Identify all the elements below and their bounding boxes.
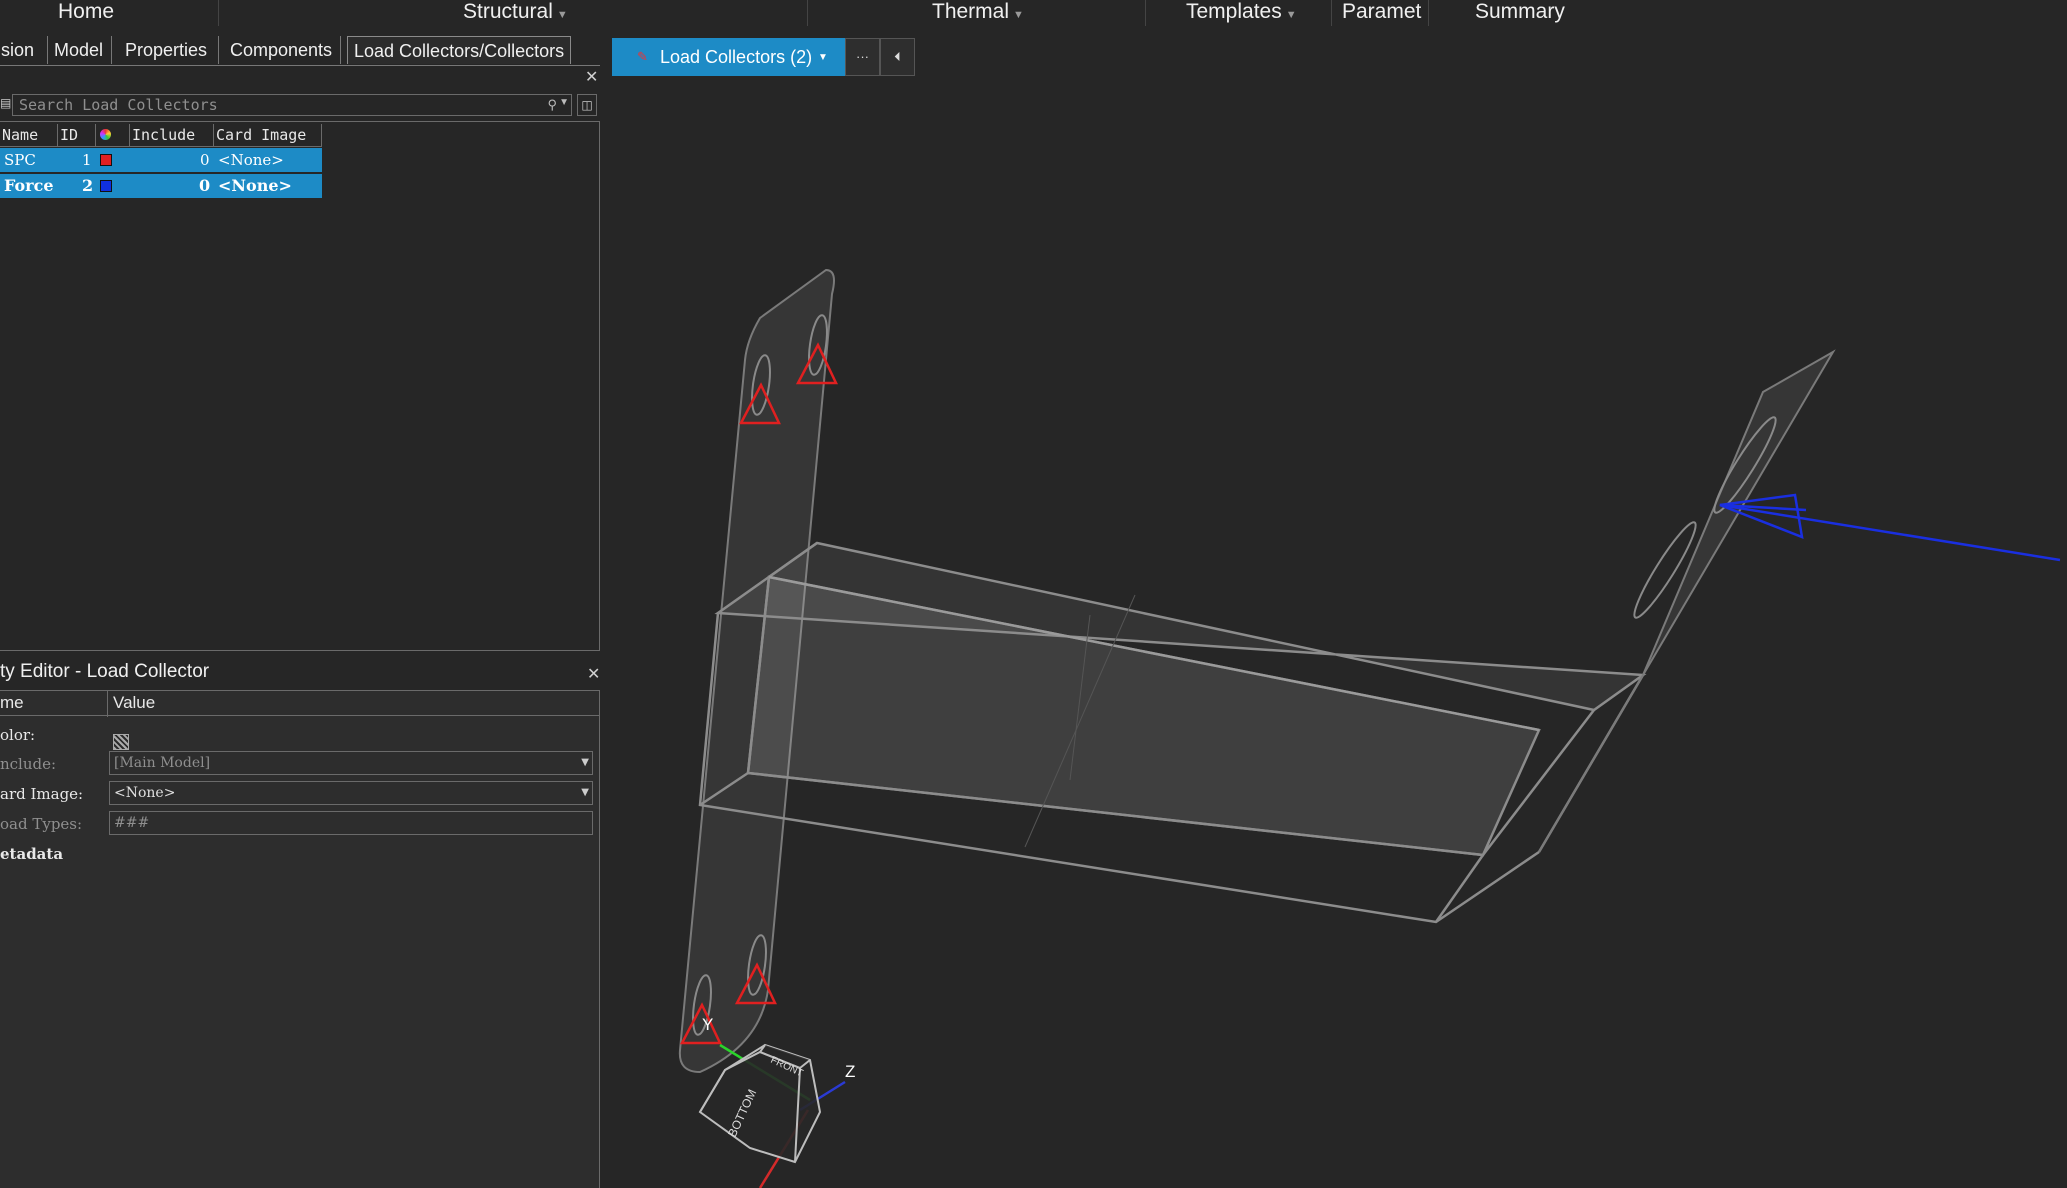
browser-tabs: sion Model Properties Components Load Co…: [0, 34, 600, 66]
cell-include: 0: [199, 176, 211, 195]
ribbon-tab-summary[interactable]: Summary: [1475, 0, 1605, 26]
column-header-card-image[interactable]: Card Image: [214, 124, 322, 146]
load-collector-browser: Name ID Include Card Image SPC 1 0 <None…: [0, 121, 600, 651]
prop-label-color: olor:: [0, 726, 36, 744]
include-select[interactable]: [Main Model] ▼: [109, 751, 593, 775]
ribbon-tab-parameters[interactable]: Paramete: [1342, 0, 1422, 26]
axis-label-y: Y: [702, 1015, 713, 1034]
force-arrow[interactable]: [1719, 493, 2061, 562]
spc-constraint-icons[interactable]: [679, 342, 838, 1045]
column-header-value: Value: [113, 693, 156, 712]
load-types-field[interactable]: ###: [109, 811, 593, 835]
tab-properties[interactable]: Properties: [119, 36, 219, 64]
more-options-button[interactable]: ···: [845, 38, 880, 76]
prop-label-card-image: ard Image:: [0, 785, 84, 803]
hidden-edges: [1024, 594, 1136, 848]
property-editor-title: ty Editor - Load Collector: [0, 661, 210, 682]
ribbon-separator: [807, 0, 808, 26]
axis-triad: Y Z: [702, 1015, 855, 1188]
ribbon-separator: [1145, 0, 1146, 26]
ribbon-tab-structural[interactable]: Structural ▼: [463, 0, 613, 26]
color-swatch[interactable]: [100, 154, 112, 166]
ribbon-tab-templates[interactable]: Templates ▼: [1186, 0, 1336, 26]
color-wheel-icon: [100, 129, 111, 140]
chevron-down-icon: ▼: [556, 9, 568, 21]
column-header-name: me: [0, 693, 24, 712]
ribbon-separator: [1428, 0, 1429, 26]
tab-load-collectors[interactable]: Load Collectors/Collectors: [347, 36, 571, 64]
cell-name: SPC: [4, 151, 36, 169]
card-image-select[interactable]: <None> ▼: [109, 781, 593, 805]
bolt-holes: [692, 314, 828, 1036]
cell-id: 1: [82, 151, 92, 169]
beam-solid[interactable]: [698, 541, 1647, 924]
cell-card-image: <None>: [218, 151, 284, 169]
viewcube-front-label: FRONT: [769, 1055, 805, 1080]
prop-label-load-types: oad Types:: [0, 815, 83, 833]
ribbon-tab-home[interactable]: Home: [58, 0, 178, 26]
ribbon-separator: [218, 0, 219, 26]
property-editor: me Value olor: nclude: [Main Model] ▼ ard…: [0, 690, 600, 1188]
load-collector-icon: ✎: [637, 49, 648, 64]
column-header-id[interactable]: ID: [58, 124, 96, 146]
bolt-holes: [1633, 416, 1777, 619]
editor-header: me Value: [0, 690, 600, 717]
search-icon[interactable]: ⚲: [547, 97, 557, 113]
cell-id: 2: [82, 176, 94, 195]
close-icon[interactable]: ✕: [585, 67, 598, 87]
ribbon-separator: [1331, 0, 1332, 26]
close-icon[interactable]: ✕: [587, 664, 600, 684]
axis-label-z: Z: [845, 1062, 855, 1081]
column-divider: [107, 691, 108, 717]
filter-icon[interactable]: ◫: [577, 94, 597, 116]
load-collectors-button[interactable]: ✎ Load Collectors (2) ▼: [612, 38, 845, 76]
left-bracket-plate[interactable]: [678, 268, 835, 1074]
book-icon[interactable]: ▤: [0, 96, 11, 110]
ribbon-tab-thermal[interactable]: Thermal ▼: [932, 0, 1072, 26]
table-row[interactable]: Force 2 0 <None>: [0, 174, 322, 198]
column-header-include[interactable]: Include: [130, 124, 214, 146]
viewcube-bottom-label: BOTTOM: [725, 1087, 759, 1139]
ribbon-bar: Home Structural ▼ Thermal ▼ Templates ▼ Par…: [0, 0, 2067, 26]
column-header-color[interactable]: [96, 124, 130, 146]
cell-name: Force: [4, 176, 54, 195]
tab-session[interactable]: sion: [0, 36, 48, 64]
tab-model[interactable]: Model: [48, 36, 112, 64]
search-input[interactable]: Search Load Collectors ⚲ ▼: [12, 94, 572, 116]
chevron-down-icon: ▼: [1013, 9, 1024, 21]
metadata-section[interactable]: etadata: [0, 845, 63, 863]
chevron-down-icon: ▼: [581, 757, 589, 768]
color-swatch[interactable]: [100, 180, 112, 192]
chevron-down-icon: ▼: [818, 52, 828, 63]
chevron-down-icon: ▼: [1285, 9, 1297, 21]
cell-card-image: <None>: [218, 176, 292, 195]
chevron-down-icon[interactable]: ▼: [559, 97, 569, 108]
table-header: Name ID Include Card Image: [0, 124, 322, 147]
prop-label-include: nclude:: [0, 755, 57, 773]
color-picker[interactable]: [113, 734, 129, 750]
collapse-toolbar-button[interactable]: ⏴: [880, 38, 915, 76]
tab-divider: [0, 65, 600, 66]
chevron-down-icon: ▼: [581, 787, 589, 798]
column-header-name[interactable]: Name: [0, 124, 58, 146]
right-bracket-plate[interactable]: [1538, 349, 1836, 853]
view-cube[interactable]: FRONT BOTTOM: [698, 1043, 822, 1164]
cell-include: 0: [200, 151, 210, 169]
table-row[interactable]: SPC 1 0 <None>: [0, 148, 322, 172]
tab-components[interactable]: Components: [224, 36, 341, 64]
